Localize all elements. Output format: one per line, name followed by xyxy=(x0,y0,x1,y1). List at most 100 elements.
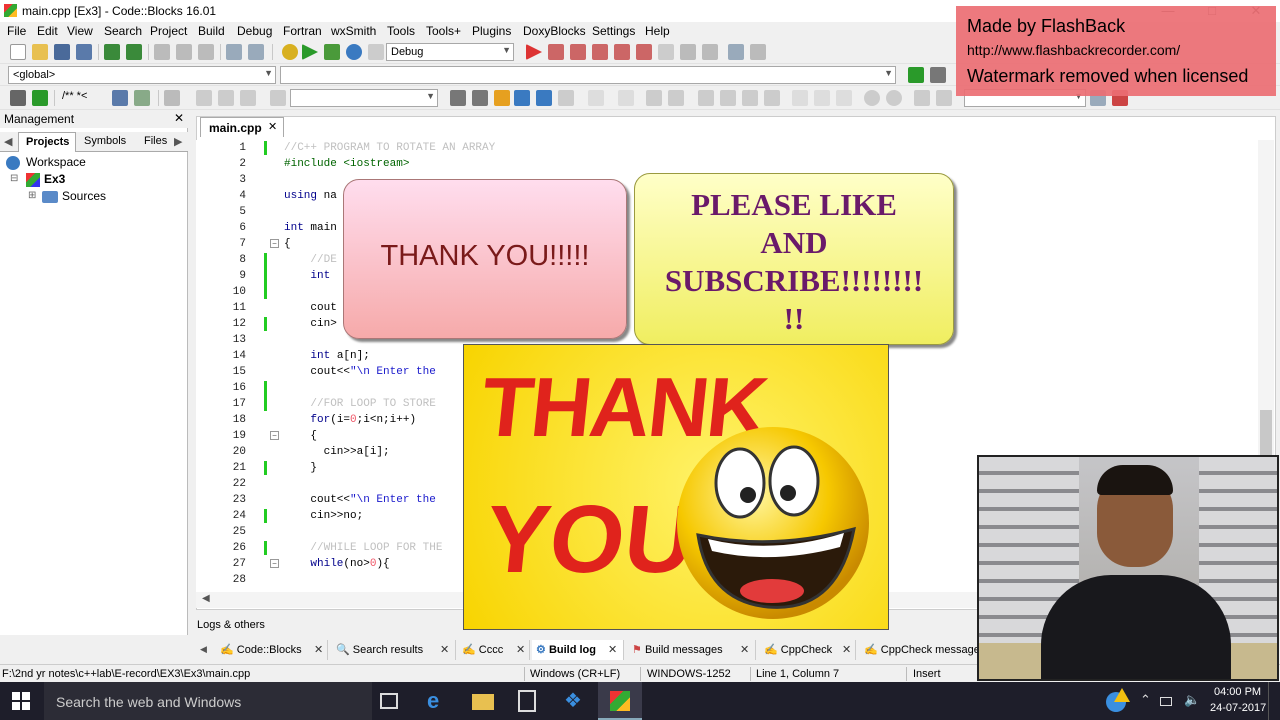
clear-bookmarks-icon[interactable] xyxy=(270,90,286,106)
close-icon[interactable]: ✕ xyxy=(516,643,525,656)
log-tab-build-messages[interactable]: ⚑ Build messages xyxy=(628,640,756,660)
file-explorer-icon[interactable] xyxy=(472,694,494,710)
select-icon[interactable] xyxy=(588,90,604,106)
jump-forward-icon[interactable] xyxy=(930,67,946,83)
code-line[interactable]: #include <iostream> xyxy=(284,158,409,170)
code-line[interactable]: //DE xyxy=(284,254,336,266)
scroll-left-icon[interactable]: ◀ xyxy=(202,593,210,604)
close-icon[interactable]: ✕ xyxy=(314,643,323,656)
layout-1-icon[interactable] xyxy=(792,90,808,106)
close-icon[interactable]: ✕ xyxy=(174,111,184,125)
close-icon[interactable]: ✕ xyxy=(440,643,449,656)
windows-start-icon[interactable] xyxy=(12,692,30,710)
prev-bookmark-icon[interactable] xyxy=(196,90,212,106)
find-combo[interactable]: ▼ xyxy=(290,89,438,107)
menu-project[interactable]: Project xyxy=(150,24,187,38)
step-into-icon[interactable] xyxy=(592,44,608,60)
code-line[interactable]: int main xyxy=(284,222,337,234)
code-line[interactable]: { xyxy=(284,238,291,250)
log-tab-search-results[interactable]: 🔍 Search results xyxy=(332,640,456,660)
menu-settings[interactable]: Settings xyxy=(592,24,635,38)
code-line[interactable]: { xyxy=(284,430,317,442)
next-line-icon[interactable] xyxy=(570,44,586,60)
image-icon[interactable] xyxy=(646,90,662,106)
align-center-icon[interactable] xyxy=(720,90,736,106)
codeblocks-taskbar-button[interactable] xyxy=(598,682,642,720)
menu-search[interactable]: Search xyxy=(104,24,142,38)
code-line[interactable]: } xyxy=(284,462,317,474)
tab-files[interactable]: Files xyxy=(144,135,167,147)
code-line[interactable]: cout xyxy=(284,302,336,314)
show-desktop-button[interactable] xyxy=(1268,682,1280,720)
menu-edit[interactable]: Edit xyxy=(37,24,58,38)
code-line[interactable]: //C++ PROGRAM TO ROTATE AN ARRAY xyxy=(284,142,495,154)
step-out-icon[interactable] xyxy=(614,44,630,60)
text-tool-icon[interactable] xyxy=(668,90,684,106)
run-icon[interactable] xyxy=(302,44,318,60)
step-instruction-icon[interactable] xyxy=(658,44,674,60)
align-justify-icon[interactable] xyxy=(764,90,780,106)
scope-select[interactable]: <global> ▼ xyxy=(8,66,276,84)
find-next-icon[interactable] xyxy=(472,90,488,106)
taskbar-date[interactable]: 24-07-2017 xyxy=(1210,702,1266,714)
log-tab-cppcheck-messages[interactable]: ✍ CppCheck messages xyxy=(860,640,978,660)
paste-icon[interactable] xyxy=(198,44,214,60)
abort-icon[interactable] xyxy=(368,44,384,60)
menu-file[interactable]: File xyxy=(7,24,26,38)
menu-tools-plus[interactable]: Tools+ xyxy=(426,24,461,38)
save-all-icon[interactable] xyxy=(76,44,92,60)
code-line[interactable]: int a[n]; xyxy=(284,350,369,362)
code-line[interactable]: while(no>0){ xyxy=(284,558,389,570)
fold-icon[interactable]: − xyxy=(270,239,279,248)
code-line[interactable]: using na xyxy=(284,190,337,202)
task-view-icon[interactable] xyxy=(380,693,398,709)
zoom-in-icon[interactable] xyxy=(864,90,880,106)
code-line[interactable]: cin>>a[i]; xyxy=(284,446,390,458)
log-tab-codeblocks[interactable]: ✍ Code::Blocks xyxy=(216,640,328,660)
menu-build[interactable]: Build xyxy=(198,24,225,38)
wrench-icon[interactable] xyxy=(164,90,180,106)
comment-block-icon[interactable]: /** *< xyxy=(62,90,102,106)
close-tab-icon[interactable]: ✕ xyxy=(268,120,277,133)
menu-view[interactable]: View xyxy=(67,24,93,38)
logs-scroll-left-icon[interactable]: ◀ xyxy=(200,644,207,655)
pause-icon[interactable] xyxy=(680,44,696,60)
menu-help[interactable]: Help xyxy=(645,24,670,38)
doxy-wizard-icon[interactable] xyxy=(10,90,26,106)
close-icon[interactable]: ✕ xyxy=(608,643,617,656)
selected-text-icon[interactable] xyxy=(514,90,530,106)
strike-icon[interactable] xyxy=(914,90,930,106)
next-instruction-icon[interactable] xyxy=(636,44,652,60)
function-select[interactable]: ▼ xyxy=(280,66,896,84)
refresh-icon[interactable] xyxy=(936,90,952,106)
collapse-icon[interactable]: ⊟ xyxy=(10,173,18,184)
doxy-extract-icon[interactable] xyxy=(32,90,48,106)
jump-back-icon[interactable] xyxy=(908,67,924,83)
replace-icon[interactable] xyxy=(248,44,264,60)
undo-icon[interactable] xyxy=(104,44,120,60)
edge-browser-icon[interactable]: e xyxy=(427,690,449,712)
build-and-run-icon[interactable] xyxy=(324,44,340,60)
menu-plugins[interactable]: Plugins xyxy=(472,24,511,38)
align-left-icon[interactable] xyxy=(698,90,714,106)
align-right-icon[interactable] xyxy=(742,90,758,106)
run-to-cursor-icon[interactable] xyxy=(548,44,564,60)
new-file-icon[interactable] xyxy=(10,44,26,60)
fold-icon[interactable]: − xyxy=(270,559,279,568)
menu-wxsmith[interactable]: wxSmith xyxy=(331,24,376,38)
zoom-out-icon[interactable] xyxy=(886,90,902,106)
code-line[interactable]: int xyxy=(284,270,337,282)
open-icon[interactable] xyxy=(32,44,48,60)
show-hidden-icons-icon[interactable]: ⌃ xyxy=(1140,692,1151,708)
form-rect-icon[interactable] xyxy=(618,90,634,106)
copy-icon[interactable] xyxy=(176,44,192,60)
code-line[interactable]: //FOR LOOP TO STORE xyxy=(284,398,435,410)
volume-icon[interactable]: 🔈 xyxy=(1184,692,1200,708)
match-case-icon[interactable] xyxy=(536,90,552,106)
highlight-icon[interactable] xyxy=(494,90,510,106)
fold-icon[interactable]: − xyxy=(270,431,279,440)
layout-3-icon[interactable] xyxy=(836,90,852,106)
save-icon[interactable] xyxy=(54,44,70,60)
tree-project[interactable]: Ex3 xyxy=(44,172,65,186)
menu-doxyblocks[interactable]: DoxyBlocks xyxy=(523,24,586,38)
